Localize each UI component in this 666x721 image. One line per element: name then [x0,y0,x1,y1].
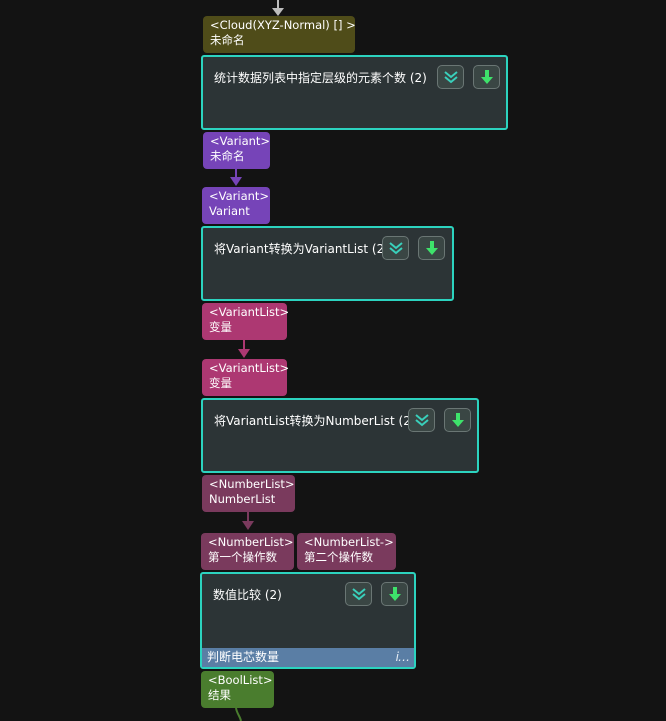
port-type-label: <BoolList> [208,673,273,687]
wire-number-list-arrow [242,521,254,530]
wire-variant-arrow [230,177,242,186]
wire-incoming-arrow [272,8,284,16]
port-name-label: 未命名 [210,33,245,47]
port-type-label: <NumberList> [208,535,294,549]
node-footer-label: 判断电芯数量 [207,650,280,664]
download-button[interactable] [473,65,500,89]
chevron-double-down-icon [351,588,366,601]
node-variant-to-variantlist[interactable]: 将Variant转换为VariantList (2) [201,226,454,301]
port-type-label: <VariantList> [209,361,290,375]
node-title: 统计数据列表中指定层级的元素个数 (2) [214,71,427,85]
node-numeric-compare[interactable]: 数值比较 (2) 判断电芯数量 i… [200,572,416,669]
port-type-label: <Cloud(XYZ-Normal) [] > [210,18,356,32]
arrow-down-icon [451,413,464,427]
port-numberlist-output[interactable]: <NumberList> NumberList [202,475,295,512]
port-boollist-output[interactable]: <BoolList> 结果 [201,671,274,708]
port-type-label: <Variant> [210,134,271,148]
wire-variant-list-arrow [238,349,250,358]
port-type-label: <VariantList> [209,305,290,319]
collapse-button[interactable] [382,236,409,260]
port-type-label: <NumberList> [209,477,295,491]
collapse-button[interactable] [437,65,464,89]
port-variant-input[interactable]: <Variant> Variant [202,187,270,224]
port-type-label: <Variant> [209,189,270,203]
download-button[interactable] [444,408,471,432]
chevron-double-down-icon [388,242,403,255]
arrow-down-icon [480,70,493,84]
chevron-double-down-icon [414,414,429,427]
collapse-button[interactable] [408,408,435,432]
port-numberlist-input-second[interactable]: <NumberList-> 第二个操作数 [297,533,396,570]
node-variantlist-to-numberlist[interactable]: 将VariantList转换为NumberList (2) [201,398,479,473]
port-type-label: <NumberList-> [304,535,394,549]
node-count-elements[interactable]: 统计数据列表中指定层级的元素个数 (2) [201,55,508,130]
wire-bool-out [235,707,242,721]
download-button[interactable] [418,236,445,260]
port-name-label: 变量 [209,376,232,390]
node-title: 将VariantList转换为NumberList (2) [214,414,416,428]
port-name-label: 第二个操作数 [304,550,373,564]
arrow-down-icon [388,587,401,601]
port-name-label: Variant [209,204,250,218]
collapse-button[interactable] [345,582,372,606]
port-name-label: NumberList [209,492,276,506]
port-name-label: 第一个操作数 [208,550,277,564]
node-title: 数值比较 (2) [213,588,282,602]
info-icon[interactable]: i… [396,648,410,667]
chevron-double-down-icon [443,71,458,84]
node-title: 将Variant转换为VariantList (2) [214,242,389,256]
port-name-label: 未命名 [210,149,245,163]
download-button[interactable] [381,582,408,606]
port-variantlist-input[interactable]: <VariantList> 变量 [202,359,290,396]
port-cloud-input[interactable]: <Cloud(XYZ-Normal) [] > 未命名 [203,16,356,53]
node-footer[interactable]: 判断电芯数量 i… [202,648,414,667]
port-name-label: 结果 [208,688,231,702]
port-variant-output[interactable]: <Variant> 未命名 [203,132,270,169]
port-numberlist-input-first[interactable]: <NumberList> 第一个操作数 [201,533,294,570]
arrow-down-icon [425,241,438,255]
port-name-label: 变量 [209,320,232,334]
port-variantlist-output[interactable]: <VariantList> 变量 [202,303,290,340]
